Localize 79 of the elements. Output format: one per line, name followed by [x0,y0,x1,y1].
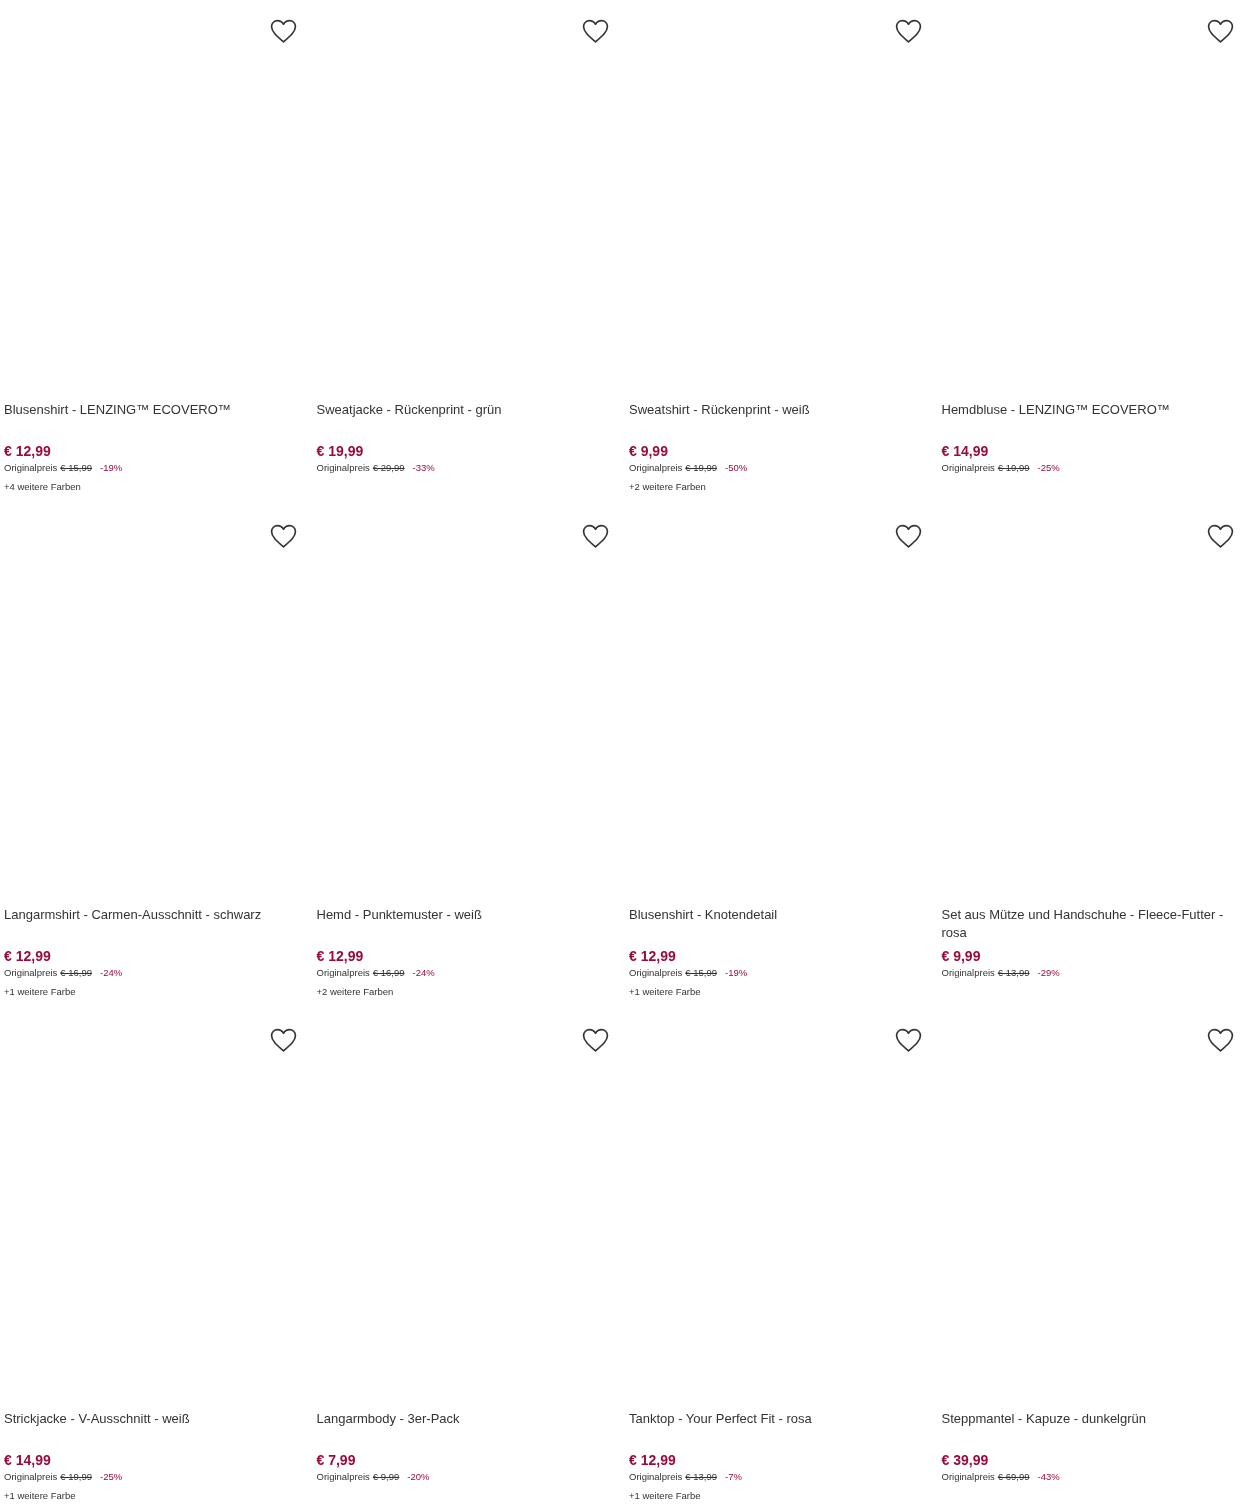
sale-price: € 12,99 [629,1452,676,1469]
more-colors-link[interactable]: +2 weitere Farben [629,480,706,494]
more-colors-link[interactable]: +1 weitere Farbe [4,1489,76,1503]
favorite-heart-icon[interactable] [582,1028,609,1053]
original-price: € 13,99 [685,1470,718,1484]
favorite-heart-icon[interactable] [894,19,922,44]
original-price-label: Originalpreis [941,965,995,980]
product-title[interactable]: Blusenshirt - LENZING™ ECOVERO™ [4,401,300,437]
product-title[interactable]: Set aus Mütze und Handschuhe - Fleece-Futter - rosa [941,905,1238,942]
sale-price: € 39,99 [941,1452,989,1469]
discount-percent: -19% [100,461,123,475]
original-price: € 16,99 [372,965,405,980]
original-price-label: Originalpreis [4,461,58,475]
sale-price: € 12,99 [4,947,51,965]
favorite-heart-icon[interactable] [582,523,609,549]
sale-price: € 7,99 [316,1452,356,1469]
favorite-heart-icon[interactable] [582,19,609,44]
more-colors-link[interactable]: +1 weitere Farbe [4,984,76,999]
product-title[interactable]: Langarmshirt - Carmen-Ausschnitt - schwarz [4,905,300,942]
product-title[interactable]: Steppmantel - Kapuze - dunkelgrün [941,1410,1238,1446]
original-price-label: Originalpreis [941,1470,995,1484]
original-price: € 15,99 [60,461,93,475]
favorite-heart-icon[interactable] [269,19,297,44]
more-colors-link[interactable]: +1 weitere Farbe [629,1489,701,1503]
discount-percent: -20% [407,1470,430,1484]
sale-price: € 19,99 [316,443,364,460]
discount-percent: -24% [100,965,123,980]
original-price: € 69,99 [997,1470,1030,1484]
original-price: € 15,99 [685,965,718,980]
original-price: € 13,99 [997,965,1030,980]
product-title[interactable]: Langarmbody - 3er-Pack [316,1410,613,1446]
discount-percent: -7% [725,1470,742,1484]
favorite-heart-icon[interactable] [1207,523,1234,549]
favorite-heart-icon[interactable] [894,1028,922,1053]
sale-price: € 9,99 [629,443,668,460]
favorite-heart-icon[interactable] [269,1028,297,1053]
product-title[interactable]: Strickjacke - V-Ausschnitt - weiß [4,1410,300,1446]
original-price-label: Originalpreis [316,965,370,980]
sale-price: € 9,99 [941,947,981,965]
favorite-heart-icon[interactable] [1207,1028,1234,1053]
favorite-heart-icon[interactable] [894,523,922,549]
discount-percent: -25% [100,1470,123,1484]
product-title[interactable]: Tanktop - Your Perfect Fit - rosa [629,1410,925,1446]
original-price: € 29,99 [372,461,405,475]
discount-percent: -33% [412,461,435,475]
discount-percent: -50% [725,461,748,475]
original-price: € 19,99 [685,461,718,475]
product-title[interactable]: Sweatjacke - Rückenprint - grün [316,401,613,437]
product-title[interactable]: Blusenshirt - Knotendetail [629,905,925,942]
original-price-label: Originalpreis [316,461,370,475]
product-title[interactable]: Hemd - Punktemuster - weiß [316,905,613,942]
more-colors-link[interactable]: +4 weitere Farben [4,480,81,494]
original-price: € 16,99 [60,965,93,980]
original-price-label: Originalpreis [941,461,995,475]
product-title[interactable]: Sweatshirt - Rückenprint - weiß [629,401,925,437]
discount-percent: -19% [725,965,748,980]
original-price: € 9,99 [372,1470,400,1484]
sale-price: € 14,99 [4,1452,51,1469]
original-price-label: Originalpreis [4,965,58,980]
sale-price: € 14,99 [941,443,989,460]
sale-price: € 12,99 [316,947,364,965]
sale-price: € 12,99 [4,443,51,460]
sale-price: € 12,99 [629,947,676,965]
original-price-label: Originalpreis [629,461,683,475]
favorite-heart-icon[interactable] [1207,19,1234,44]
favorite-heart-icon[interactable] [269,523,297,549]
original-price: € 19,99 [60,1470,93,1484]
discount-percent: -29% [1037,965,1060,980]
original-price-label: Originalpreis [629,1470,683,1484]
more-colors-link[interactable]: +2 weitere Farben [316,984,394,999]
original-price-label: Originalpreis [4,1470,58,1484]
product-title[interactable]: Hemdbluse - LENZING™ ECOVERO™ [941,401,1238,437]
original-price: € 19,99 [997,461,1030,475]
discount-percent: -24% [412,965,435,980]
original-price-label: Originalpreis [629,965,683,980]
discount-percent: -43% [1037,1470,1060,1484]
original-price-label: Originalpreis [316,1470,370,1484]
discount-percent: -25% [1037,461,1060,475]
more-colors-link[interactable]: +1 weitere Farbe [629,984,701,999]
